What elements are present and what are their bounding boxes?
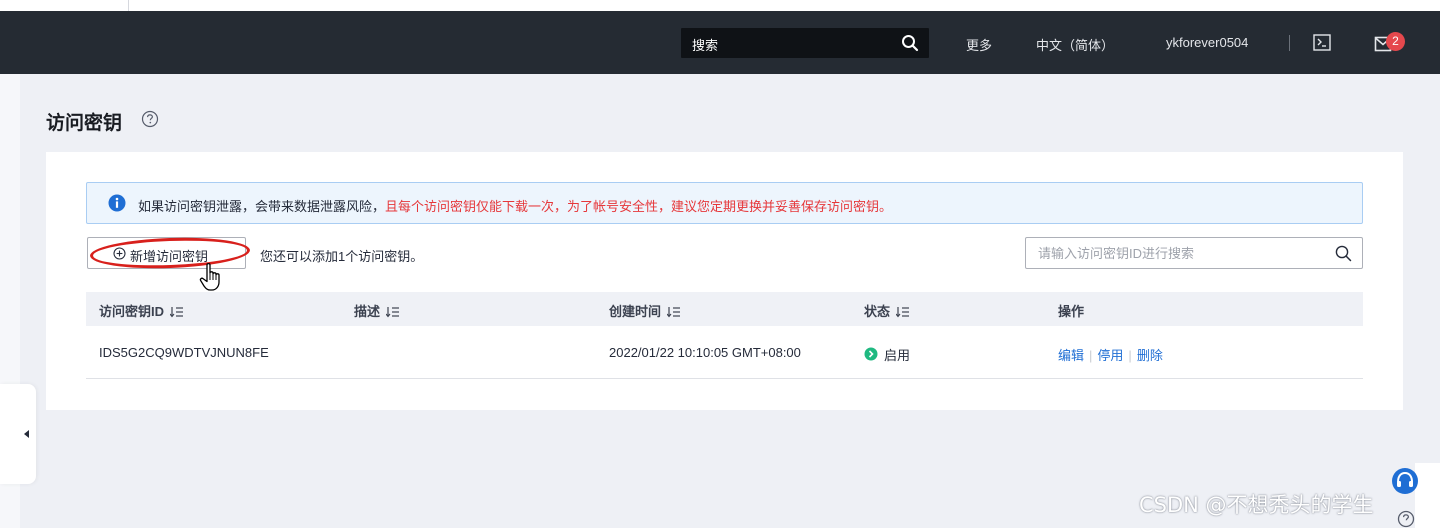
delete-link[interactable]: 删除 — [1137, 348, 1163, 363]
nav-divider — [1289, 35, 1290, 51]
status-enabled-icon — [864, 347, 878, 361]
alert-warning-text: 且每个访问密钥仅能下载一次，为了帐号安全性，建议您定期更换并妥善保存访问密钥。 — [385, 199, 893, 214]
sort-icon[interactable] — [386, 306, 400, 318]
cell-actions: 编辑 | 停用 | 删除 — [1058, 345, 1163, 364]
action-divider: | — [1089, 348, 1093, 363]
cell-created-time: 2022/01/22 10:10:05 GMT+08:00 — [609, 345, 801, 360]
alert-normal-text: 如果访问密钥泄露，会带来数据泄露风险， — [138, 199, 386, 214]
search-icon[interactable] — [901, 34, 919, 52]
message-count-badge[interactable]: 2 — [1386, 32, 1405, 51]
top-strip-divider — [128, 0, 129, 11]
column-header-label: 访问密钥ID — [99, 304, 165, 319]
console-terminal-icon[interactable] — [1313, 34, 1331, 51]
help-question-icon[interactable] — [141, 110, 159, 128]
chevron-left-icon[interactable] — [24, 430, 29, 438]
top-strip — [0, 0, 1440, 11]
add-access-key-label[interactable]: 新增访问密钥 — [130, 246, 208, 265]
key-search-input[interactable] — [1038, 244, 1308, 262]
column-header-actions: 操作 — [1058, 304, 1085, 319]
alert-text: 如果访问密钥泄露，会带来数据泄露风险，且每个访问密钥仅能下载一次，为了帐号安全性… — [138, 196, 892, 215]
table-header: 访问密钥ID 描述 创建时间 状态 操作 — [86, 292, 1363, 326]
column-header-key-id[interactable]: 访问密钥ID — [99, 301, 184, 320]
info-icon — [108, 194, 126, 212]
nav-language[interactable]: 中文（简体） — [1036, 35, 1114, 54]
action-divider: | — [1128, 348, 1132, 363]
plus-circle-icon[interactable] — [113, 247, 126, 260]
top-navbar: 搜索 更多 中文（简体） ykforever0504 2 — [0, 11, 1440, 74]
nav-more[interactable]: 更多 — [966, 35, 992, 54]
sidebar-collapse-toggle[interactable] — [0, 384, 36, 484]
key-search-box[interactable] — [1025, 237, 1363, 269]
page-title: 访问密钥 — [46, 113, 123, 134]
access-key-card: 如果访问密钥泄露，会带来数据泄露风险，且每个访问密钥仅能下载一次，为了帐号安全性… — [46, 152, 1403, 410]
column-header-status[interactable]: 状态 — [864, 301, 910, 320]
risk-alert: 如果访问密钥泄露，会带来数据泄露风险，且每个访问密钥仅能下载一次，为了帐号安全性… — [86, 182, 1363, 224]
csdn-watermark: CSDN @不想秃头的学生 — [1139, 493, 1374, 517]
sort-icon[interactable] — [667, 306, 681, 318]
column-header-created-time[interactable]: 创建时间 — [609, 301, 681, 320]
customer-service-headset-icon[interactable] — [1387, 463, 1423, 499]
column-header-label: 创建时间 — [609, 304, 662, 319]
sort-icon[interactable] — [170, 306, 184, 318]
global-search-placeholder[interactable]: 搜索 — [692, 35, 718, 54]
column-header-label: 状态 — [864, 304, 891, 319]
edit-link[interactable]: 编辑 — [1058, 348, 1084, 363]
column-header-description[interactable]: 描述 — [354, 301, 400, 320]
search-icon[interactable] — [1335, 245, 1352, 262]
disable-link[interactable]: 停用 — [1097, 348, 1123, 363]
floating-help-icon[interactable] — [1397, 510, 1415, 528]
cell-status: 启用 — [884, 348, 911, 363]
sort-icon[interactable] — [896, 306, 910, 318]
remaining-quota-text: 您还可以添加1个访问密钥。 — [260, 249, 424, 264]
cell-key-id: IDS5G2CQ9WDTVJNUN8FE — [99, 345, 269, 360]
hand-pointer-cursor-icon — [199, 263, 220, 291]
table-row: IDS5G2CQ9WDTVJNUN8FE 2022/01/22 10:10:05… — [86, 326, 1363, 379]
nav-username[interactable]: ykforever0504 — [1166, 35, 1248, 50]
global-search[interactable]: 搜索 — [681, 28, 929, 58]
column-header-label: 描述 — [354, 304, 381, 319]
